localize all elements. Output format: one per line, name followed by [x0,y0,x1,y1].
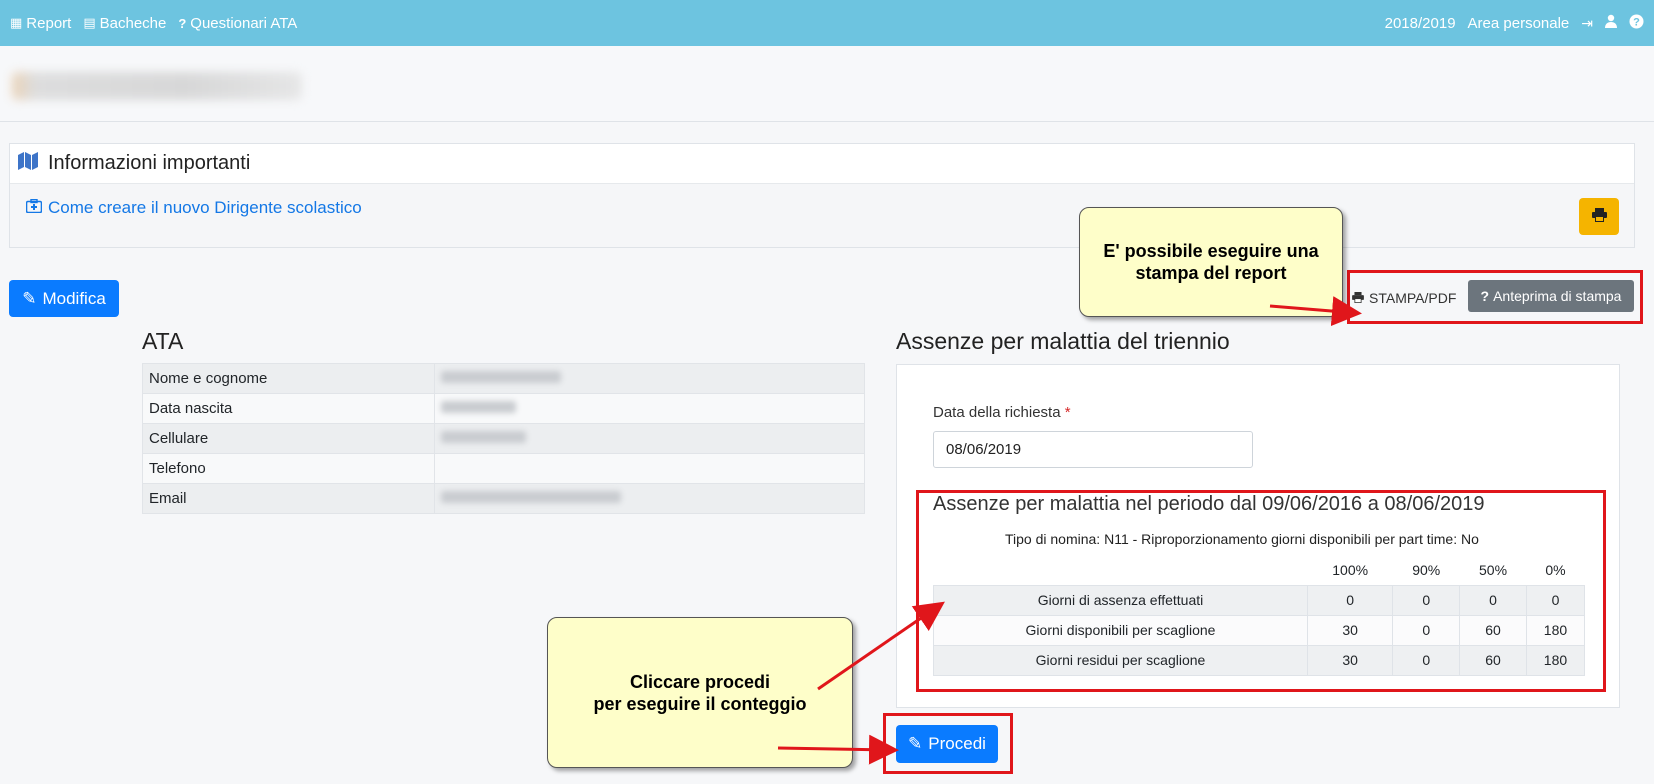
modifica-button[interactable]: ✎ Modifica [9,280,119,317]
ata-label: Telefono [142,453,435,484]
area-personale[interactable]: Area personale [1468,15,1570,32]
callout-line: Cliccare procedi [629,671,771,692]
callout-line: per eseguire il conteggio [593,693,807,714]
ata-details-table: Nome e cognome Data nascita Cellulare Te… [142,363,865,514]
ata-label: Data nascita [142,393,435,424]
info-panel-title: Informazioni importanti [48,152,251,174]
top-navbar: ▦ Report ▤ Bacheche ? Questionari ATA 20… [0,0,1654,46]
school-year[interactable]: 2018/2019 [1385,15,1456,32]
info-link-label: Come creare il nuovo Dirigente scolastic… [48,198,362,217]
nav-label-report: Report [26,14,72,32]
table-row: Telefono [142,453,865,484]
table-icon: ▦ [10,15,23,30]
callout-line: E' possibile eseguire una [1103,241,1319,261]
navbar-left: ▦ Report ▤ Bacheche ? Questionari ATA [10,15,297,32]
map-icon [18,151,38,176]
callout-stampa: E' possibile eseguire una stampa del rep… [1079,207,1343,317]
ata-value-redacted [434,393,865,424]
blurred-user-name [12,72,302,100]
ata-value-redacted [434,423,865,454]
nav-item-report[interactable]: ▦ Report [10,15,71,32]
info-panel-body: Come creare il nuovo Dirigente scolastic… [10,184,1634,247]
info-link-dirigente[interactable]: Come creare il nuovo Dirigente scolastic… [25,198,1618,218]
list-icon: ▤ [83,15,96,30]
assenze-title: Assenze per malattia del triennio [896,328,1230,354]
table-row: Email [142,483,865,514]
modifica-label: Modifica [42,288,106,308]
nav-item-bacheche[interactable]: ▤ Bacheche [83,15,166,32]
nav-label-bacheche: Bacheche [99,14,167,32]
ata-title: ATA [142,328,184,354]
callout-line: stampa del report [1135,263,1287,283]
edit-icon: ✎ [22,288,37,308]
ata-value-empty [434,453,865,484]
table-row: Cellulare [142,423,865,454]
medkit-icon [25,198,43,218]
ata-label: Nome e cognome [142,363,435,394]
date-richiesta-input[interactable] [933,431,1253,468]
print-button[interactable] [1579,198,1619,235]
logout-icon[interactable]: ⇥ [1581,15,1593,32]
ata-label: Cellulare [142,423,435,454]
table-row: Data nascita [142,393,865,424]
annotation-box-periodo [916,490,1606,692]
annotation-box-stampa [1347,270,1643,324]
nav-label-questionari: Questionari ATA [190,14,298,32]
date-label: Data della richiesta * [933,404,1071,421]
question-icon: ? [178,15,187,31]
help-icon[interactable]: ? [1629,14,1644,33]
user-icon[interactable] [1605,14,1617,32]
ata-label: Email [142,483,435,514]
date-label-text: Data della richiesta [933,404,1061,421]
svg-text:?: ? [1633,16,1640,28]
info-panel: Informazioni importanti Come creare il n… [9,143,1635,248]
print-icon [1591,207,1607,226]
info-panel-header: Informazioni importanti [10,144,1634,184]
callout-procedi: Cliccare procedi per eseguire il contegg… [547,617,853,768]
navbar-right: 2018/2019 Area personale ⇥ ? [1385,14,1644,33]
required-mark: * [1064,404,1071,421]
nav-item-questionari[interactable]: ? Questionari ATA [178,15,297,32]
ata-value-redacted [434,483,865,514]
annotation-box-procedi [883,713,1013,774]
table-row: Nome e cognome [142,363,865,394]
ata-value-redacted [434,363,865,394]
